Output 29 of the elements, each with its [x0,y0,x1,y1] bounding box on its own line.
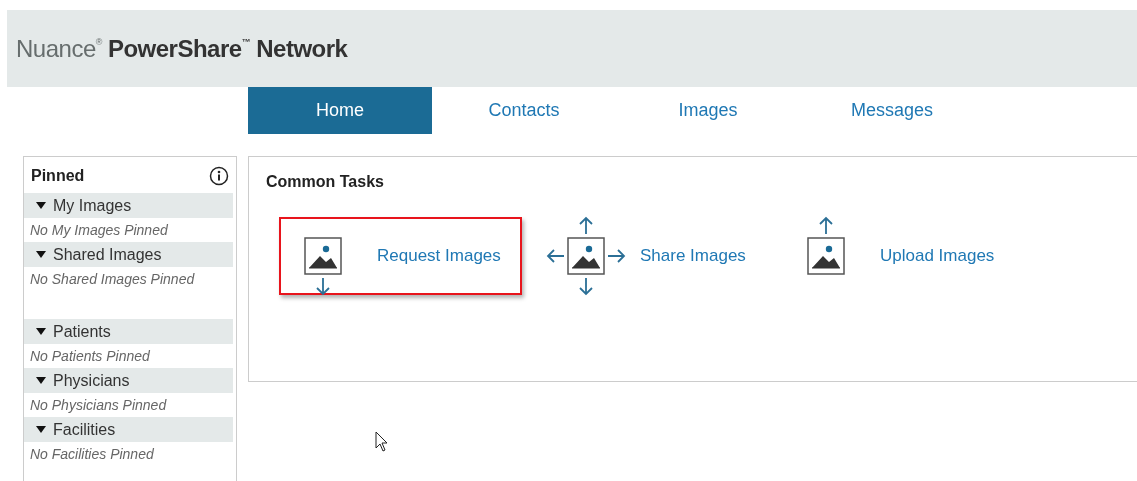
expand-triangle-icon[interactable] [36,250,46,259]
image-transfer-icon[interactable] [544,214,628,298]
section-header[interactable]: Facilities [24,417,233,442]
nav-tab[interactable]: Home [248,87,432,134]
info-icon[interactable] [209,166,229,186]
section-header[interactable]: Physicians [24,368,233,393]
empty-note: No Physicians Pinned [29,396,168,415]
section-header[interactable]: My Images [24,193,233,218]
nav-tab[interactable]: Contacts [432,87,616,134]
section-header[interactable]: Shared Images [24,242,233,267]
product-name: PowerShare$^{™}$ Network [107,34,348,63]
nav-tab[interactable]: Images [616,87,800,134]
expand-triangle-icon[interactable] [36,201,46,210]
brand-name: Nuance$^{®}$ [16,34,102,63]
mouse-pointer-icon [375,431,389,453]
expand-triangle-icon[interactable] [36,376,46,385]
nav-tab[interactable]: Messages [800,87,984,134]
expand-triangle-icon[interactable] [36,425,46,434]
section-header[interactable]: Patients [24,319,233,344]
empty-note: No Facilities Pinned [29,445,155,464]
task-link[interactable]: Request Images [377,246,501,266]
empty-note: No Shared Images Pinned [29,270,196,289]
task-link[interactable]: Upload Images [880,246,995,266]
panel-title: Pinned [31,167,85,185]
expand-triangle-icon[interactable] [36,327,46,336]
task-link[interactable]: Share Images [640,246,746,266]
empty-note: No My Images Pinned [29,221,169,240]
empty-note: No Patients Pinned [29,347,151,366]
panel-title: Common Tasks [266,173,385,191]
